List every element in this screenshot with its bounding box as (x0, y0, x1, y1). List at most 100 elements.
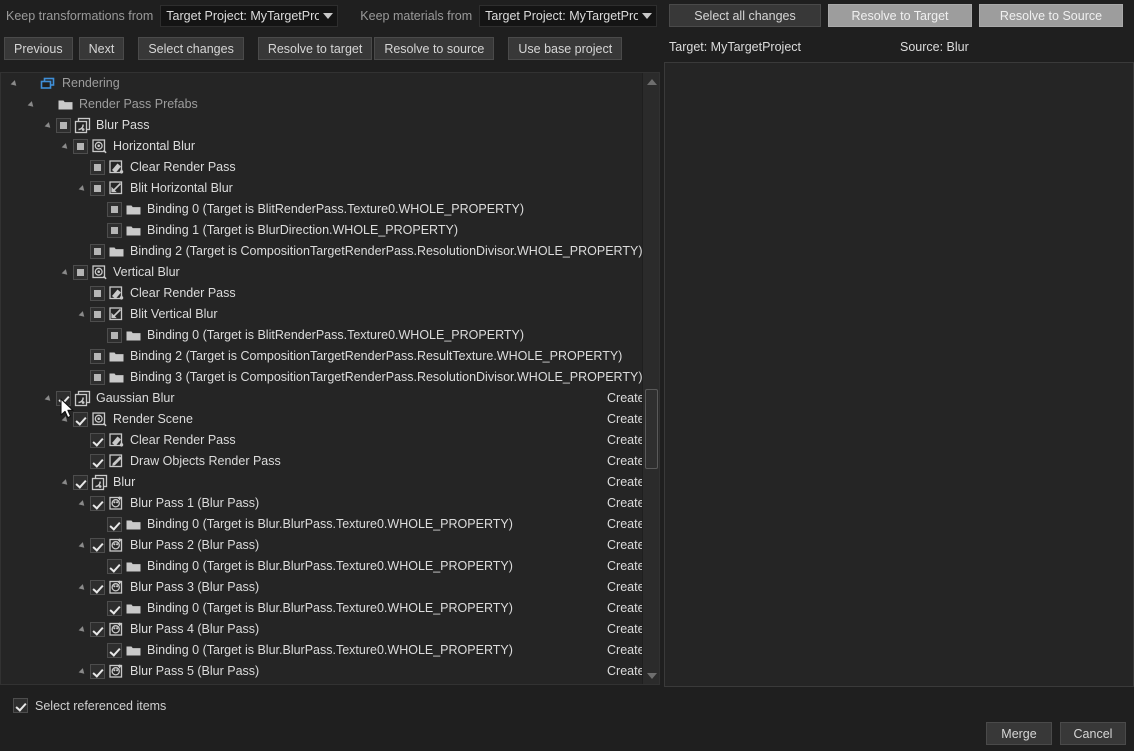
tree-row[interactable]: Draw Objects Render PassCreate (1, 451, 642, 472)
tree-row-checkbox[interactable] (56, 118, 71, 133)
tree-row-checkbox[interactable] (107, 643, 122, 658)
tree-row-checkbox[interactable] (73, 412, 88, 427)
create-action-label[interactable]: Create (607, 493, 642, 514)
tree-row[interactable]: Binding 0 (Target is Blur.BlurPass.Textu… (1, 682, 642, 684)
tree-row-checkbox[interactable] (56, 391, 71, 406)
tree-row[interactable]: Horizontal Blur (1, 136, 642, 157)
create-action-label[interactable]: Create (607, 661, 642, 682)
tree-row-checkbox[interactable] (90, 664, 105, 679)
tree-row-checkbox[interactable] (90, 370, 105, 385)
previous-button[interactable]: Previous (4, 37, 73, 60)
create-action-label[interactable]: Create (607, 430, 642, 451)
create-action-label[interactable]: Create (607, 451, 642, 472)
expand-collapse-triangle-icon[interactable] (26, 94, 39, 115)
tree-row[interactable]: Binding 0 (Target is Blur.BlurPass.Textu… (1, 640, 642, 661)
merge-button[interactable]: Merge (986, 722, 1052, 745)
keep-transformations-dropdown[interactable]: Target Project: MyTargetProje (160, 5, 338, 27)
tree-vertical-scrollbar[interactable] (642, 73, 659, 684)
select-referenced-items-row[interactable]: Select referenced items (13, 698, 166, 713)
tree-row[interactable]: Clear Render PassCreate (1, 430, 642, 451)
tree-row-checkbox[interactable] (73, 139, 88, 154)
diff-detail-panel[interactable] (664, 62, 1134, 687)
expand-collapse-triangle-icon[interactable] (60, 409, 73, 430)
tree-row-checkbox[interactable] (107, 328, 122, 343)
resolve-to-target-button[interactable]: Resolve to target (258, 37, 373, 60)
select-referenced-items-checkbox[interactable] (13, 698, 28, 713)
tree-row-checkbox[interactable] (90, 496, 105, 511)
tree-row-checkbox[interactable] (90, 286, 105, 301)
resolve-to-source-main-button[interactable]: Resolve to Source (979, 4, 1123, 27)
expand-collapse-triangle-icon[interactable] (60, 472, 73, 493)
tree-row-checkbox[interactable] (90, 580, 105, 595)
select-all-changes-button[interactable]: Select all changes (669, 4, 821, 27)
tree-row-checkbox[interactable] (107, 223, 122, 238)
expand-collapse-triangle-icon[interactable] (77, 178, 90, 199)
expand-collapse-triangle-icon[interactable] (77, 535, 90, 556)
tree-row-checkbox[interactable] (73, 265, 88, 280)
create-action-label[interactable]: Create (607, 619, 642, 640)
create-action-label[interactable]: Create (607, 556, 642, 577)
expand-collapse-triangle-icon[interactable] (77, 619, 90, 640)
expand-collapse-triangle-icon[interactable] (60, 262, 73, 283)
resolve-to-source-button[interactable]: Resolve to source (374, 37, 494, 60)
tree-row[interactable]: Blur Pass 1 (Blur Pass)Create (1, 493, 642, 514)
tree-row[interactable]: Render SceneCreate (1, 409, 642, 430)
create-action-label[interactable]: Create (607, 514, 642, 535)
tree-row[interactable]: Blur Pass 2 (Blur Pass)Create (1, 535, 642, 556)
tree-row[interactable]: Binding 0 (Target is Blur.BlurPass.Textu… (1, 556, 642, 577)
tree-row-checkbox[interactable] (107, 559, 122, 574)
tree-row-checkbox[interactable] (90, 307, 105, 322)
tree-row[interactable]: Render Pass Prefabs (1, 94, 642, 115)
expand-collapse-triangle-icon[interactable] (77, 304, 90, 325)
tree-row[interactable]: Binding 0 (Target is BlitRenderPass.Text… (1, 325, 642, 346)
expand-collapse-triangle-icon[interactable] (9, 73, 22, 94)
expand-collapse-triangle-icon[interactable] (77, 493, 90, 514)
create-action-label[interactable]: Create (607, 388, 642, 409)
tree-row-checkbox[interactable] (90, 181, 105, 196)
select-changes-button[interactable]: Select changes (138, 37, 243, 60)
resolve-to-target-main-button[interactable]: Resolve to Target (828, 4, 972, 27)
create-action-label[interactable]: Create (607, 409, 642, 430)
use-base-project-button[interactable]: Use base project (508, 37, 622, 60)
tree-row-checkbox[interactable] (107, 517, 122, 532)
expand-collapse-triangle-icon[interactable] (43, 115, 56, 136)
tree-row[interactable]: Vertical Blur (1, 262, 642, 283)
create-action-label[interactable]: Create (607, 535, 642, 556)
tree-row[interactable]: Blit Horizontal Blur (1, 178, 642, 199)
keep-materials-dropdown[interactable]: Target Project: MyTargetProje (479, 5, 657, 27)
tree-row[interactable]: Clear Render Pass (1, 157, 642, 178)
tree-row-checkbox[interactable] (73, 475, 88, 490)
tree-row-checkbox[interactable] (107, 202, 122, 217)
tree-row[interactable]: Binding 0 (Target is BlitRenderPass.Text… (1, 199, 642, 220)
expand-collapse-triangle-icon[interactable] (77, 577, 90, 598)
tree-row[interactable]: Blur Pass 3 (Blur Pass)Create (1, 577, 642, 598)
tree-row-checkbox[interactable] (90, 622, 105, 637)
tree-row[interactable]: Binding 2 (Target is CompositionTargetRe… (1, 346, 642, 367)
tree-row[interactable]: Binding 0 (Target is Blur.BlurPass.Textu… (1, 598, 642, 619)
tree-row[interactable]: Binding 3 (Target is CompositionTargetRe… (1, 367, 642, 388)
tree-row-checkbox[interactable] (90, 244, 105, 259)
tree-row-checkbox[interactable] (107, 601, 122, 616)
scroll-up-arrow-icon[interactable] (643, 73, 660, 90)
tree-row[interactable]: Binding 0 (Target is Blur.BlurPass.Textu… (1, 514, 642, 535)
tree-row[interactable]: Rendering (1, 73, 642, 94)
tree-row[interactable]: Blur Pass 4 (Blur Pass)Create (1, 619, 642, 640)
tree-row[interactable]: Blur Pass 5 (Blur Pass)Create (1, 661, 642, 682)
tree-row[interactable]: Binding 2 (Target is CompositionTargetRe… (1, 241, 642, 262)
next-button[interactable]: Next (79, 37, 125, 60)
scroll-down-arrow-icon[interactable] (643, 667, 660, 684)
tree-row[interactable]: Binding 1 (Target is BlurDirection.WHOLE… (1, 220, 642, 241)
create-action-label[interactable]: Create (607, 577, 642, 598)
tree-row-checkbox[interactable] (90, 160, 105, 175)
tree-row[interactable]: Gaussian BlurCreate (1, 388, 642, 409)
tree-row[interactable]: Blur Pass (1, 115, 642, 136)
create-action-label[interactable]: Create (607, 640, 642, 661)
tree-row[interactable]: BlurCreate (1, 472, 642, 493)
tree-row[interactable]: Clear Render Pass (1, 283, 642, 304)
tree-row-checkbox[interactable] (90, 433, 105, 448)
expand-collapse-triangle-icon[interactable] (77, 661, 90, 682)
expand-collapse-triangle-icon[interactable] (60, 136, 73, 157)
tree-row-checkbox[interactable] (90, 349, 105, 364)
create-action-label[interactable]: Create (607, 472, 642, 493)
scrollbar-thumb[interactable] (645, 389, 658, 469)
